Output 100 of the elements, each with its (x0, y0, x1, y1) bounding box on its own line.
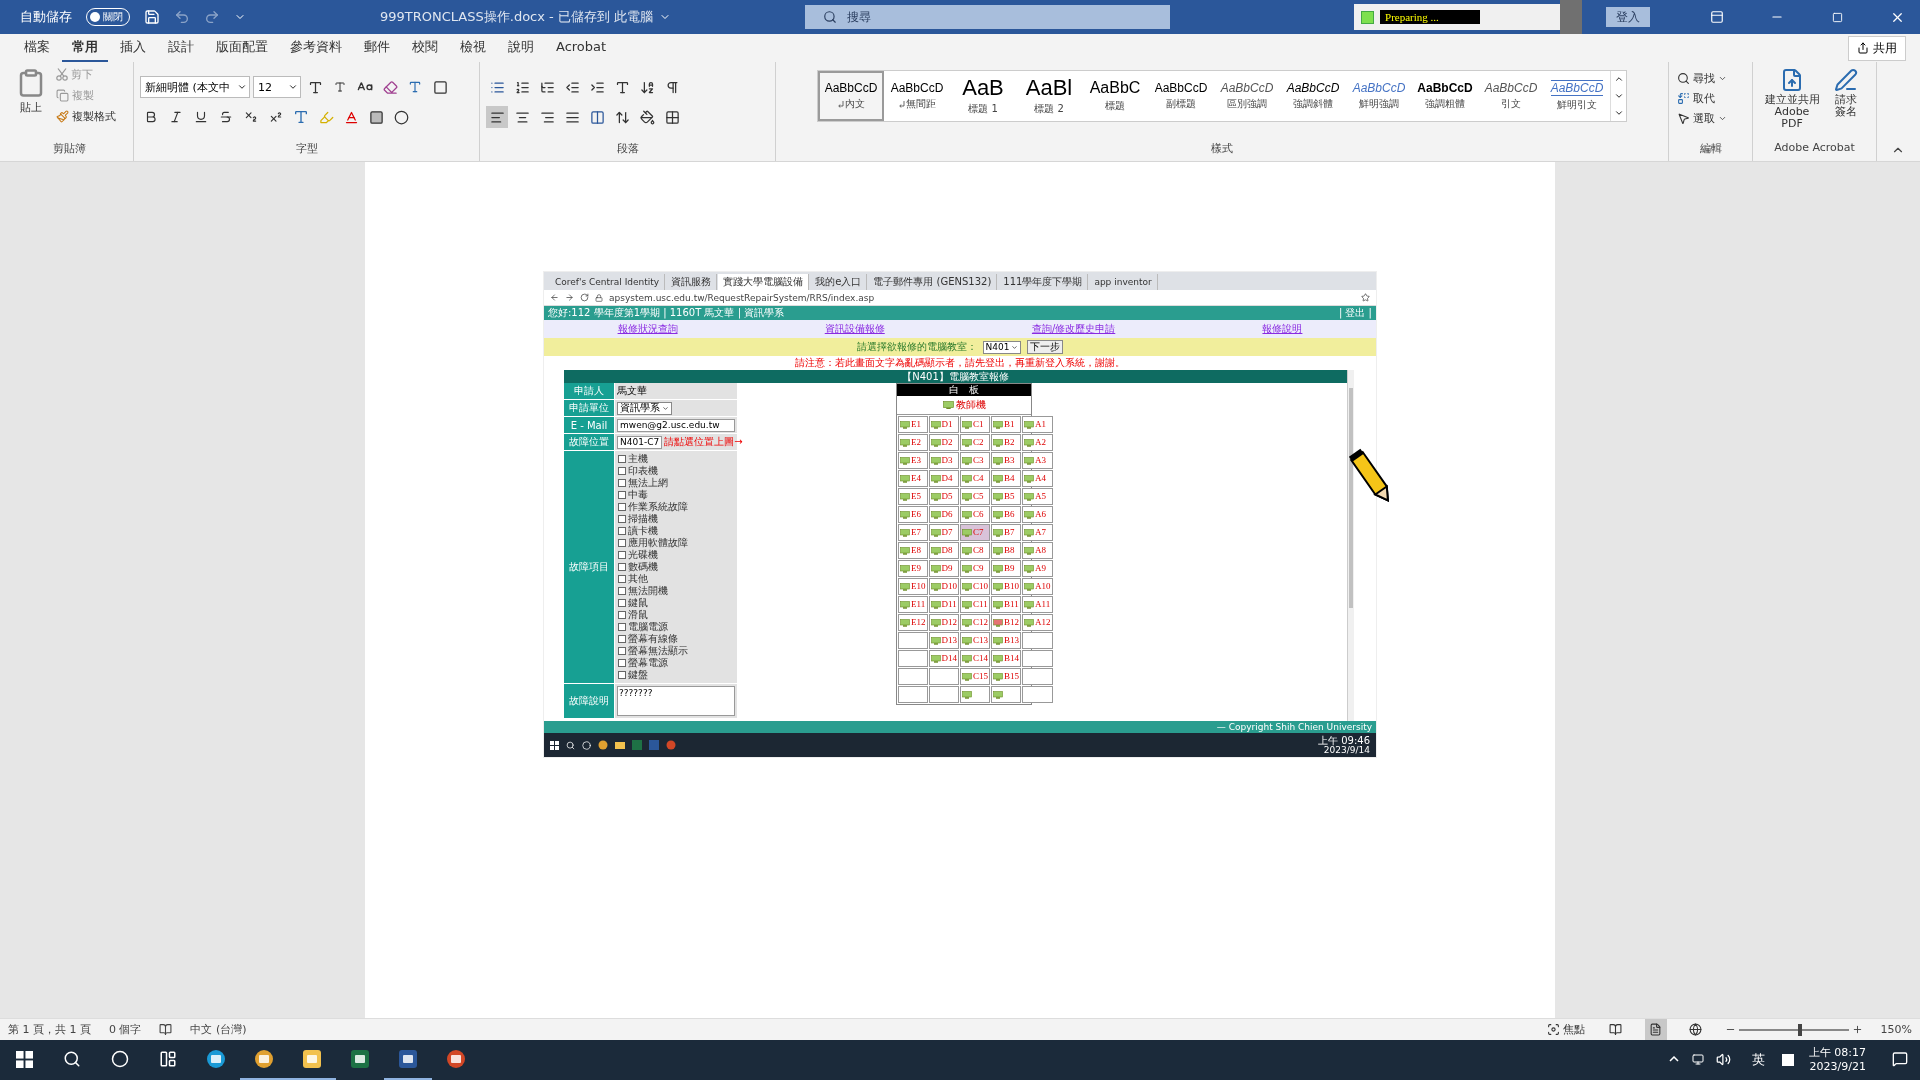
seat[interactable]: A12 (1022, 614, 1053, 631)
focus-button[interactable]: 焦點 (1544, 1021, 1587, 1038)
seat[interactable]: C10 (960, 578, 990, 595)
fault-checkbox[interactable]: 電腦電源 (618, 621, 734, 633)
nav-link[interactable]: 報修狀況查詢 (617, 324, 678, 334)
seat[interactable]: A3 (1022, 452, 1053, 469)
next-button[interactable]: 下一步 (1027, 340, 1064, 354)
seat[interactable]: B9 (991, 560, 1022, 577)
seat[interactable]: D8 (928, 542, 959, 559)
seat[interactable]: B14 (991, 650, 1022, 667)
ribbon-tab[interactable]: 郵件 (354, 33, 400, 63)
fault-checkbox[interactable]: 鍵盤 (618, 669, 734, 681)
style-item[interactable]: AaBbCcD 內文 (818, 71, 884, 121)
seat[interactable]: C8 (960, 542, 990, 559)
ribbon-tab[interactable]: 插入 (110, 33, 156, 63)
sign-in-button[interactable]: 登入 (1606, 7, 1650, 27)
seat[interactable]: E7 (898, 524, 928, 541)
presentation-app-icon[interactable] (445, 1048, 467, 1070)
seat[interactable]: E8 (898, 542, 928, 559)
nav-link[interactable]: 資訊設備報修 (824, 324, 885, 334)
ribbon-tab[interactable]: 檢視 (450, 33, 496, 63)
seat[interactable]: C11 (960, 596, 990, 613)
seat[interactable]: E1 (898, 416, 928, 433)
seat[interactable]: A1 (1022, 416, 1053, 433)
fault-checkbox[interactable]: 其他 (618, 573, 734, 585)
seat[interactable]: D5 (928, 488, 959, 505)
seat[interactable] (960, 686, 990, 703)
start-icon[interactable] (550, 740, 559, 750)
room-select[interactable]: N401 (982, 340, 1022, 354)
seat[interactable]: D1 (928, 416, 959, 433)
seat[interactable]: A4 (1022, 470, 1053, 487)
seat[interactable]: D11 (928, 596, 959, 613)
unit-select[interactable]: 資訊學系 (617, 401, 672, 415)
seat[interactable]: D2 (928, 434, 959, 451)
fault-checkbox[interactable]: 作業系統故障 (618, 501, 734, 513)
replace-button[interactable]: 取代 (1675, 90, 1729, 107)
seat[interactable]: D14 (928, 650, 959, 667)
folder-icon[interactable] (301, 1048, 323, 1070)
seat[interactable]: E3 (898, 452, 928, 469)
seat[interactable]: B4 (991, 470, 1022, 487)
seat[interactable]: A6 (1022, 506, 1053, 523)
spreadsheet-app-icon[interactable] (349, 1048, 371, 1070)
zoom-percent[interactable]: 150% (1880, 1023, 1912, 1036)
seat[interactable]: B1 (991, 416, 1022, 433)
print-layout-button[interactable] (1644, 1018, 1667, 1041)
nav-link[interactable]: 查詢/修改歷史申請 (1031, 324, 1116, 334)
seat[interactable]: E6 (898, 506, 928, 523)
input-method-indicator[interactable]: 英 (1751, 1051, 1765, 1069)
location-field[interactable]: N401-C7 (617, 435, 663, 449)
seat[interactable]: C2 (960, 434, 990, 451)
ribbon-tab[interactable]: 檔案 (14, 33, 60, 63)
seat[interactable]: C5 (960, 488, 990, 505)
seat[interactable]: A5 (1022, 488, 1053, 505)
seat[interactable]: C7 (960, 524, 990, 541)
browser-tab[interactable]: 資訊服務 (666, 274, 718, 290)
seat[interactable]: E5 (898, 488, 928, 505)
seat[interactable]: B10 (991, 578, 1022, 595)
fault-checkbox[interactable]: 中毒 (618, 489, 734, 501)
seat[interactable]: B12 (991, 614, 1022, 631)
browser-icon[interactable] (253, 1048, 275, 1070)
align-left-button[interactable] (486, 106, 508, 128)
find-button[interactable]: 尋找 (1675, 70, 1729, 87)
seat[interactable]: D13 (928, 632, 959, 649)
fault-checkbox[interactable]: 數碼機 (618, 561, 734, 573)
seat[interactable]: E9 (898, 560, 928, 577)
seat[interactable] (991, 686, 1022, 703)
fault-checkbox[interactable]: 螢幕有線條 (618, 633, 734, 645)
seat[interactable]: A2 (1022, 434, 1053, 451)
font-size-field[interactable]: 12 (253, 76, 301, 98)
seat[interactable]: A7 (1022, 524, 1053, 541)
scrollbar[interactable] (1348, 370, 1354, 721)
fault-checkbox[interactable]: 主機 (618, 453, 734, 465)
fault-checkbox[interactable]: 滑鼠 (618, 609, 734, 621)
seat[interactable]: D7 (928, 524, 959, 541)
seat[interactable]: B5 (991, 488, 1022, 505)
fault-checkbox[interactable]: 鍵鼠 (618, 597, 734, 609)
browser-tab[interactable]: app inventor (1089, 274, 1158, 290)
fault-checkbox[interactable]: 讀卡機 (618, 525, 734, 537)
seat[interactable]: C12 (960, 614, 990, 631)
ribbon-tab[interactable]: 說明 (498, 33, 544, 63)
seat[interactable]: E4 (898, 470, 928, 487)
seat[interactable]: D4 (928, 470, 959, 487)
fault-checkbox[interactable]: 無法開機 (618, 585, 734, 597)
seat[interactable]: C1 (960, 416, 990, 433)
create-pdf-button[interactable]: 建立並共用 Adobe PDF (1759, 66, 1825, 141)
fault-checkbox[interactable]: 光碟機 (618, 549, 734, 561)
seat[interactable]: A8 (1022, 542, 1053, 559)
fault-checkbox[interactable]: 掃描機 (618, 513, 734, 525)
fault-checkbox[interactable]: 印表機 (618, 465, 734, 477)
seat[interactable]: C13 (960, 632, 990, 649)
document-app-icon[interactable] (397, 1048, 419, 1070)
font-name-field[interactable]: 新細明體 (本文中 (140, 76, 250, 98)
paste-button[interactable]: 貼上 (12, 66, 50, 141)
seat[interactable]: E10 (898, 578, 928, 595)
ribbon-tab[interactable]: 參考資料 (280, 33, 352, 63)
browser-tab[interactable]: 實踐大學電腦設備 (718, 274, 810, 290)
redo-button[interactable] (204, 9, 220, 25)
seat[interactable]: D10 (928, 578, 959, 595)
windows-logo-icon[interactable] (15, 1050, 33, 1068)
seat[interactable]: B11 (991, 596, 1022, 613)
